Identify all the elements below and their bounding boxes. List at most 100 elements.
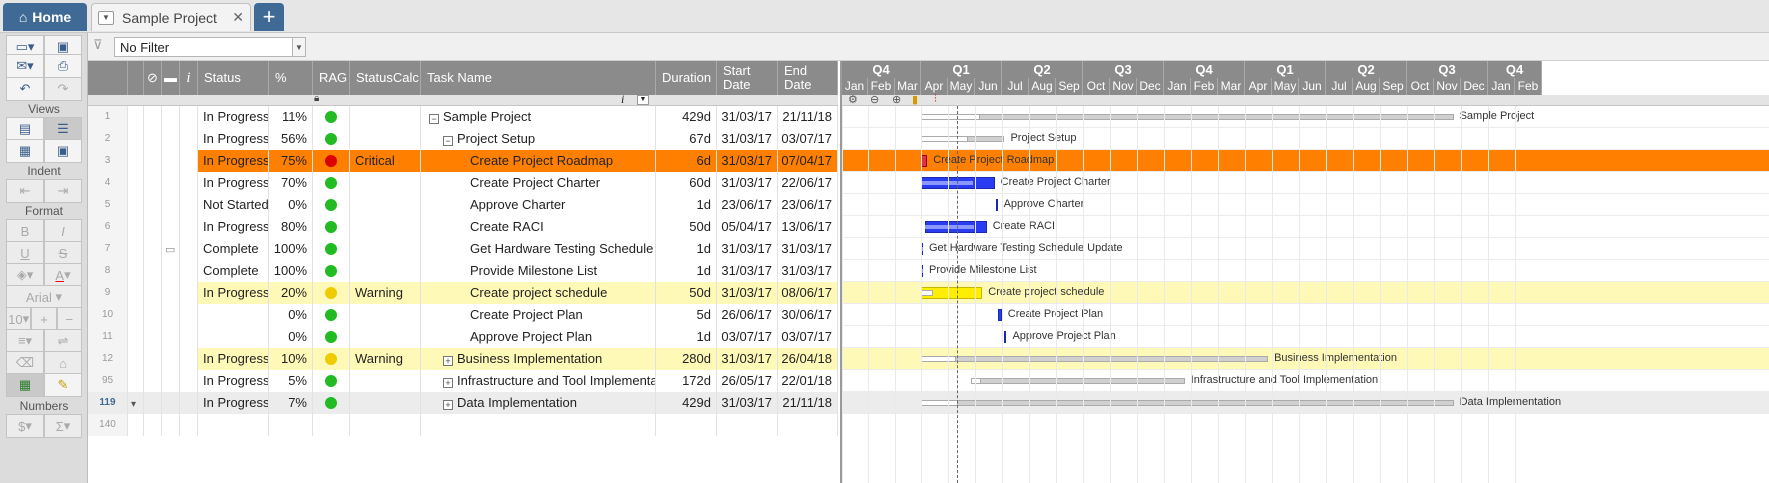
- percent-cell[interactable]: 20%: [269, 282, 313, 304]
- status-cell[interactable]: Complete: [198, 238, 269, 260]
- end-date-header[interactable]: End Date: [778, 61, 838, 95]
- task-name-cell[interactable]: − Project Setup: [421, 128, 656, 150]
- table-row[interactable]: 11 0% 1d 03/07/17 03/07/17 Approve Project Pl…: [88, 326, 838, 348]
- comment-cell[interactable]: [162, 282, 180, 304]
- task-name-cell[interactable]: Create Project Roadmap: [421, 150, 656, 172]
- task-name-cell[interactable]: + Data Implementation: [421, 392, 656, 414]
- task-name-cell[interactable]: − Sample Project: [421, 106, 656, 128]
- info-cell[interactable]: [180, 348, 198, 370]
- status-cell[interactable]: In Progress: [198, 282, 269, 304]
- attachment-cell[interactable]: [144, 392, 162, 414]
- percent-cell[interactable]: 70%: [269, 172, 313, 194]
- text-color-button[interactable]: A ▾: [44, 263, 82, 287]
- attachment-cell[interactable]: [144, 238, 162, 260]
- increase-font-button[interactable]: +: [31, 307, 57, 331]
- status-cell[interactable]: In Progress: [198, 348, 269, 370]
- comment-icon[interactable]: ▭: [162, 244, 175, 256]
- comment-cell[interactable]: [162, 260, 180, 282]
- project-tab[interactable]: ▼ Sample Project ✕: [91, 3, 251, 31]
- chart-icon[interactable]: ▮: [912, 93, 918, 106]
- attachment-cell[interactable]: [144, 260, 162, 282]
- start-date-cell[interactable]: 31/03/17: [717, 260, 778, 282]
- status-cell[interactable]: In Progress: [198, 172, 269, 194]
- info-cell[interactable]: [180, 304, 198, 326]
- row-action-cell[interactable]: [128, 260, 144, 282]
- rag-cell[interactable]: [313, 216, 350, 238]
- end-date-cell[interactable]: 22/06/17: [778, 172, 838, 194]
- add-tab-button[interactable]: +: [254, 3, 284, 31]
- info-cell[interactable]: [180, 238, 198, 260]
- format-painter-button[interactable]: ⌂: [44, 351, 82, 375]
- close-icon[interactable]: ✕: [232, 9, 244, 26]
- info-cell[interactable]: [180, 370, 198, 392]
- outdent-button[interactable]: ⇤: [6, 179, 44, 203]
- rag-cell[interactable]: [313, 238, 350, 260]
- rag-cell[interactable]: [313, 392, 350, 414]
- status-header[interactable]: Status: [198, 61, 269, 95]
- percent-cell[interactable]: 100%: [269, 238, 313, 260]
- task-name-cell[interactable]: Create Project Charter: [421, 172, 656, 194]
- start-date-header[interactable]: Start Date: [717, 61, 778, 95]
- indent-button[interactable]: ⇥: [44, 179, 82, 203]
- rag-header[interactable]: RAG: [313, 61, 350, 95]
- rag-cell[interactable]: [313, 260, 350, 282]
- start-date-cell[interactable]: 05/04/17: [717, 216, 778, 238]
- critical-path-icon[interactable]: ⫶: [934, 93, 937, 106]
- status-cell[interactable]: In Progress: [198, 370, 269, 392]
- rag-cell[interactable]: [313, 370, 350, 392]
- expand-icon[interactable]: +: [443, 378, 453, 388]
- statuscalc-cell[interactable]: [350, 392, 421, 414]
- percent-cell[interactable]: 0%: [269, 194, 313, 216]
- percent-cell[interactable]: 56%: [269, 128, 313, 150]
- task-name-cell[interactable]: + Business Implementation: [421, 348, 656, 370]
- attachment-header[interactable]: ⊘: [144, 61, 162, 95]
- chevron-down-icon[interactable]: ▼: [98, 10, 114, 25]
- comment-cell[interactable]: [162, 370, 180, 392]
- info-cell[interactable]: [180, 128, 198, 150]
- gantt-view-button[interactable]: ☰: [44, 117, 82, 141]
- wrap-button[interactable]: ⇌: [44, 329, 82, 353]
- info-header[interactable]: i: [180, 61, 198, 95]
- status-cell[interactable]: In Progress: [198, 128, 269, 150]
- status-cell[interactable]: Complete: [198, 260, 269, 282]
- comment-cell[interactable]: [162, 414, 180, 436]
- italic-button[interactable]: I: [44, 219, 82, 243]
- statuscalc-cell[interactable]: [350, 216, 421, 238]
- start-date-cell[interactable]: 31/03/17: [717, 282, 778, 304]
- duration-cell[interactable]: 6d: [656, 150, 717, 172]
- gantt-bar[interactable]: [921, 114, 1454, 120]
- percent-cell[interactable]: 11%: [269, 106, 313, 128]
- card-view-button[interactable]: ▦: [6, 139, 44, 163]
- statuscalc-cell[interactable]: [350, 414, 421, 436]
- info-cell[interactable]: [180, 106, 198, 128]
- table-row[interactable]: 10 0% 5d 26/06/17 30/06/17 Create Project Pla…: [88, 304, 838, 326]
- status-cell[interactable]: [198, 304, 269, 326]
- filter-icon[interactable]: ⊽: [93, 37, 107, 55]
- chevron-down-icon[interactable]: ▼: [637, 95, 649, 105]
- percent-cell[interactable]: 75%: [269, 150, 313, 172]
- undo-button[interactable]: ↶: [6, 77, 44, 101]
- lock-icon[interactable]: 🔒︎: [314, 93, 319, 104]
- decrease-font-button[interactable]: −: [56, 307, 82, 331]
- info-cell[interactable]: [180, 326, 198, 348]
- row-action-cell[interactable]: ▾: [128, 392, 144, 414]
- zoom-in-icon[interactable]: ⊕: [892, 93, 901, 106]
- font-select[interactable]: Arial ▾: [6, 285, 82, 309]
- gantt-bar[interactable]: [921, 356, 1269, 362]
- task-name-cell[interactable]: Create RACI: [421, 216, 656, 238]
- attachment-cell[interactable]: [144, 326, 162, 348]
- duration-cell[interactable]: 5d: [656, 304, 717, 326]
- status-cell[interactable]: In Progress: [198, 150, 269, 172]
- percent-cell[interactable]: 100%: [269, 260, 313, 282]
- collapse-icon[interactable]: −: [429, 114, 439, 124]
- end-date-cell[interactable]: 03/07/17: [778, 128, 838, 150]
- rag-cell[interactable]: [313, 194, 350, 216]
- gantt-bar[interactable]: [1004, 331, 1007, 343]
- end-date-cell[interactable]: 13/06/17: [778, 216, 838, 238]
- task-name-cell[interactable]: [421, 414, 656, 436]
- end-date-cell[interactable]: 30/06/17: [778, 304, 838, 326]
- info-cell[interactable]: [180, 282, 198, 304]
- attachment-cell[interactable]: [144, 282, 162, 304]
- zoom-out-icon[interactable]: ⊖: [870, 93, 879, 106]
- duration-cell[interactable]: 1d: [656, 238, 717, 260]
